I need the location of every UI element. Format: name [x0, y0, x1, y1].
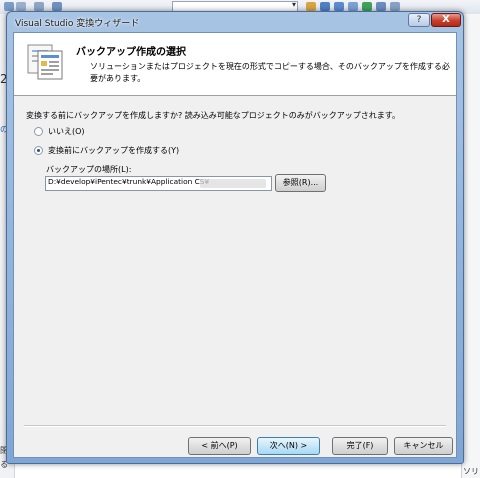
page-description: ソリューションまたはプロジェクトを現在の形式でコピーする場合、そのバックアップを… — [90, 62, 450, 83]
dialog-title: Visual Studio 変換ウィザード — [15, 19, 140, 29]
radio-no-backup-circle[interactable] — [34, 127, 43, 136]
radio-create-backup-circle[interactable] — [34, 146, 43, 155]
dialog-client-area: バックアップ作成の選択 ソリューションまたはプロジェクトを現在の形式でコピーする… — [13, 32, 457, 458]
browse-button[interactable]: 参照(R)... — [275, 174, 326, 192]
help-button[interactable]: ? — [408, 13, 430, 27]
page-title: バックアップ作成の選択 — [76, 47, 186, 58]
radio-create-backup[interactable]: 変換前にバックアップを作成する(Y) — [34, 145, 179, 156]
wizard-document-icon — [27, 44, 63, 80]
toolbar-toolbox-icon[interactable] — [348, 2, 358, 11]
toolbar-properties-icon[interactable] — [334, 2, 344, 11]
dialog-titlebar[interactable]: Visual Studio 変換ウィザード ? X — [7, 12, 463, 32]
backup-question: 変換する前にバックアップを作成しますか? 読み込み可能なプロジェクトのみがバック… — [26, 111, 400, 120]
radio-no-backup[interactable]: いいえ(O) — [34, 126, 85, 137]
ide-right-text: ソリュ — [463, 467, 480, 476]
radio-create-backup-label: 変換前にバックアップを作成する(Y) — [48, 146, 180, 155]
toolbar-object-browser-icon[interactable] — [362, 2, 372, 11]
conversion-wizard-dialog: Visual Studio 変換ウィザード ? X バックアップ作成の選択 ソリ… — [6, 11, 464, 464]
backup-location-redacted — [200, 179, 266, 188]
radio-no-backup-label: いいえ(O) — [48, 127, 85, 136]
toolbar-back-icon[interactable] — [4, 2, 14, 11]
close-button[interactable]: X — [431, 13, 461, 27]
back-button[interactable]: < 前へ(P) — [188, 437, 251, 455]
button-separator — [24, 425, 446, 427]
toolbar-run-icon[interactable] — [52, 2, 62, 11]
toolbar-undo-icon[interactable] — [34, 2, 44, 11]
next-button[interactable]: 次へ(N) > — [257, 437, 320, 455]
backup-location-label: バックアップの場所(L): — [46, 165, 132, 174]
wizard-header: バックアップ作成の選択 ソリューションまたはプロジェクトを現在の形式でコピーする… — [14, 33, 456, 96]
toolbar-window-icon[interactable] — [390, 2, 400, 11]
cancel-button[interactable]: キャンセル — [394, 437, 453, 455]
toolbar-forward-icon[interactable] — [16, 2, 26, 11]
finish-button[interactable]: 完了(F) — [332, 437, 388, 455]
toolbar-output-icon[interactable] — [376, 2, 386, 11]
toolbar-solution-icon[interactable] — [320, 2, 330, 11]
toolbar-find-icon[interactable] — [306, 2, 316, 11]
